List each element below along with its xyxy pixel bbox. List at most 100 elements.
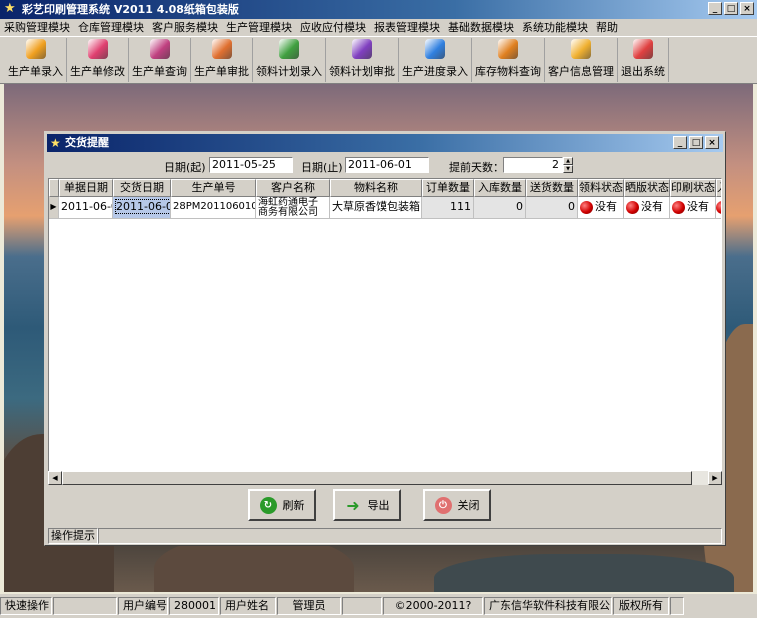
user-name-label: 用户姓名 — [220, 597, 276, 615]
row-indicator-header — [49, 179, 59, 197]
column-header[interactable]: 晒版状态 — [624, 179, 670, 197]
column-header[interactable]: 单据日期 — [59, 179, 113, 197]
scroll-right-icon[interactable]: ▶ — [708, 471, 722, 485]
user-no-value: 280001 — [169, 597, 219, 615]
close-button[interactable]: ⏻ 关闭 — [423, 489, 491, 521]
horizontal-scrollbar[interactable]: ◀ ▶ — [48, 471, 722, 485]
toolbar-customer-info[interactable]: 客户信息管理 — [545, 38, 618, 82]
progress-entry-icon — [425, 39, 445, 59]
cell-delivery-date[interactable]: 2011-06-02 — [113, 197, 171, 219]
cell-print-status[interactable]: 没有 — [670, 197, 716, 219]
toolbar-production-entry[interactable]: 生产单录入 — [5, 38, 67, 82]
toolbar-material-plan-approve[interactable]: 领料计划审批 — [326, 38, 399, 82]
app-star-icon: ★ — [4, 1, 16, 16]
dialog-close-x-button[interactable]: × — [705, 136, 719, 149]
dialog-maximize-button[interactable]: □ — [689, 136, 703, 149]
menu-receivable-payable[interactable]: 应收应付模块 — [296, 19, 370, 36]
column-header[interactable]: 入 — [716, 179, 721, 197]
menu-purchase[interactable]: 采购管理模块 — [0, 19, 74, 36]
cell-material[interactable]: 大草原香馍包装箱 — [330, 197, 422, 219]
dialog-minimize-button[interactable]: _ — [673, 136, 687, 149]
column-header[interactable]: 订单数量 — [422, 179, 474, 197]
cell-truncated[interactable] — [716, 197, 721, 219]
production-query-icon — [149, 39, 170, 59]
menu-base-data[interactable]: 基础数据模块 — [444, 19, 518, 36]
menu-system[interactable]: 系统功能模块 — [518, 19, 592, 36]
delivery-grid: 单据日期 交货日期 生产单号 客户名称 物料名称 订单数量 入库数量 送货数量 … — [48, 178, 722, 475]
material-plan-entry-icon — [279, 39, 299, 59]
filter-bar: 日期(起) 2011-05-25 日期(止) 2011-06-01 提前天数： … — [49, 154, 721, 178]
scroll-thumb[interactable] — [62, 471, 692, 485]
spin-down-icon[interactable]: ▼ — [563, 165, 573, 173]
production-entry-icon — [25, 39, 46, 59]
inventory-query-icon — [498, 39, 518, 59]
dialog-title-bar: ★ 交货提醒 _ □ × — [47, 134, 723, 152]
menu-help[interactable]: 帮助 — [592, 19, 622, 36]
minimize-button[interactable]: _ — [708, 2, 722, 15]
toolbar-exit[interactable]: 退出系统 — [618, 38, 669, 82]
column-header[interactable]: 物料名称 — [330, 179, 422, 197]
cell-customer[interactable]: 海虹药通电子商务有限公司 — [256, 197, 330, 219]
user-no-label: 用户编号 — [118, 597, 168, 615]
status-red-dot-icon — [716, 200, 721, 214]
export-button[interactable]: ➜ 导出 — [333, 489, 401, 521]
column-header[interactable]: 客户名称 — [256, 179, 330, 197]
menu-production[interactable]: 生产管理模块 — [222, 19, 296, 36]
wallpaper-rock — [434, 554, 734, 592]
menu-customer-service[interactable]: 客户服务模块 — [148, 19, 222, 36]
cell-order-qty[interactable]: 111 — [422, 197, 474, 219]
toolbar-progress-entry[interactable]: 生产进度录入 — [399, 38, 472, 82]
refresh-icon: ↻ — [259, 496, 277, 514]
advance-days-input[interactable]: 2 — [503, 157, 563, 173]
toolbar-material-plan-entry[interactable]: 领料计划录入 — [253, 38, 326, 82]
column-header[interactable]: 生产单号 — [171, 179, 256, 197]
toolbar-production-query[interactable]: 生产单查询 — [129, 38, 191, 82]
cell-ship-qty[interactable]: 0 — [526, 197, 578, 219]
advance-days-spinner[interactable]: ▲ ▼ — [563, 157, 573, 173]
customer-info-icon — [571, 39, 591, 59]
spin-up-icon[interactable]: ▲ — [563, 157, 573, 165]
cell-order-no[interactable]: 28PM201106010002 — [171, 197, 256, 219]
date-to-input[interactable]: 2011-06-01 — [345, 157, 429, 173]
production-edit-icon — [87, 39, 108, 59]
status-red-dot-icon — [580, 200, 593, 214]
status-red-dot-icon — [672, 200, 685, 214]
close-window-button[interactable]: × — [740, 2, 754, 15]
menu-reports[interactable]: 报表管理模块 — [370, 19, 444, 36]
refresh-button[interactable]: ↻ 刷新 — [248, 489, 316, 521]
quick-action-field — [53, 597, 117, 615]
toolbar-inventory-query[interactable]: 库存物料查询 — [472, 38, 545, 82]
menu-bar: 采购管理模块 仓库管理模块 客户服务模块 生产管理模块 应收应付模块 报表管理模… — [0, 19, 757, 36]
cell-plate-status[interactable]: 没有 — [624, 197, 670, 219]
app-title: 彩艺印刷管理系统 V2011 4.08纸箱包装版 — [22, 3, 239, 16]
power-icon — [633, 39, 653, 59]
table-row[interactable]: ▶ 2011-06-01 2011-06-02 28PM201106010002… — [49, 197, 721, 219]
toolbar-production-approve[interactable]: 生产单审批 — [191, 38, 253, 82]
cell-doc-date[interactable]: 2011-06-01 — [59, 197, 113, 219]
toolbar: 生产单录入 生产单修改 生产单查询 生产单审批 领料计划录入 领料计划审批 生产… — [0, 36, 757, 84]
status-red-dot-icon — [626, 200, 639, 214]
date-from-input[interactable]: 2011-05-25 — [209, 157, 293, 173]
company-name: 广东信华软件科技有限公司 — [484, 597, 612, 615]
column-header[interactable]: 送货数量 — [526, 179, 578, 197]
column-header[interactable]: 交货日期 — [113, 179, 171, 197]
operation-hint-text — [98, 528, 722, 544]
quick-action-label[interactable]: 快速操作 — [0, 597, 52, 615]
cell-pick-status[interactable]: 没有 — [578, 197, 624, 219]
scroll-left-icon[interactable]: ◀ — [48, 471, 62, 485]
date-to-label: 日期(止) — [301, 161, 343, 174]
material-plan-approve-icon — [352, 39, 372, 59]
column-header[interactable]: 领料状态 — [578, 179, 624, 197]
rights-text: 版权所有 — [613, 597, 669, 615]
date-from-label: 日期(起) — [164, 161, 206, 174]
column-header[interactable]: 入库数量 — [474, 179, 526, 197]
cell-in-qty[interactable]: 0 — [474, 197, 526, 219]
app-title-bar: ★ 彩艺印刷管理系统 V2011 4.08纸箱包装版 _ □ × — [0, 0, 757, 19]
maximize-button[interactable]: □ — [724, 2, 738, 15]
dialog-title: 交货提醒 — [65, 136, 109, 149]
power-icon: ⏻ — [434, 496, 452, 514]
copyright-text: ©2000-2011? — [383, 597, 483, 615]
toolbar-production-edit[interactable]: 生产单修改 — [67, 38, 129, 82]
menu-warehouse[interactable]: 仓库管理模块 — [74, 19, 148, 36]
column-header[interactable]: 印刷状态 — [670, 179, 716, 197]
